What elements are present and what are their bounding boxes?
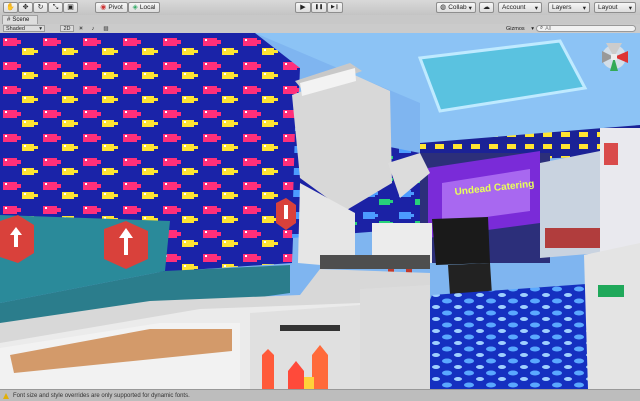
stove-top <box>320 255 430 269</box>
chevron-down-icon: ▾ <box>468 4 472 12</box>
chevron-down-icon: ▾ <box>39 25 42 32</box>
chevron-down-icon: ▾ <box>582 4 586 12</box>
chevron-down-icon: ▾ <box>531 25 534 32</box>
collab-dropdown[interactable]: ◍ Collab ▾ <box>436 2 476 13</box>
cloud-button[interactable]: ☁ <box>479 2 494 13</box>
play-icon: ▶ <box>300 4 306 11</box>
2d-label: 2D <box>63 25 71 32</box>
chevron-down-icon: ▾ <box>534 4 538 12</box>
right-counter-tray <box>598 285 624 297</box>
image-icon: ▨ <box>103 25 109 32</box>
pause-icon: ❚❚ <box>314 4 324 10</box>
layers-label: Layers <box>552 4 572 11</box>
local-toggle-button[interactable]: ◈ Local <box>128 2 160 13</box>
rect-tool-button[interactable]: ▣ <box>63 2 78 13</box>
pivot-toggle-button[interactable]: ◉ Pivot <box>95 2 128 13</box>
audio-toggle-button[interactable]: ♪ <box>88 25 98 32</box>
tab-scene-label: Scene <box>12 17 30 23</box>
pause-button[interactable]: ❚❚ <box>311 2 327 13</box>
scene-viewport[interactable]: Undead Catering <box>0 33 640 389</box>
account-label: Account <box>502 4 526 11</box>
speaker-icon: ♪ <box>91 25 95 32</box>
step-button[interactable]: ▶❙ <box>327 2 343 13</box>
right-wall-sign <box>604 143 618 165</box>
chevron-down-icon: ▾ <box>628 4 632 12</box>
console-status-bar[interactable]: Font size and style overrides are only s… <box>0 389 640 401</box>
arrow-sign-right <box>104 221 148 269</box>
move-tool-icon: ✥ <box>22 4 29 11</box>
rect-tool-icon: ▣ <box>67 4 74 11</box>
gizmos-dropdown[interactable]: Gizmos ▾ <box>506 25 534 32</box>
layers-dropdown[interactable]: Layers ▾ <box>548 2 590 13</box>
scale-tool-button[interactable]: ⤡ <box>48 2 63 13</box>
shading-mode-label: Shaded <box>6 25 25 32</box>
status-message: Font size and style overrides are only s… <box>13 392 190 399</box>
account-dropdown[interactable]: Account ▾ <box>498 2 542 13</box>
collab-label: Collab <box>448 4 467 11</box>
local-label: Local <box>139 4 156 11</box>
rotate-tool-icon: ↻ <box>37 4 44 11</box>
hand-tool-icon: ✋ <box>6 4 15 11</box>
shading-mode-dropdown[interactable]: Shaded ▾ <box>3 25 45 32</box>
gizmos-label: Gizmos <box>506 25 525 32</box>
tab-scene[interactable]: # Scene <box>2 15 39 24</box>
pivot-label: Pivot <box>108 4 123 11</box>
collab-icon: ◍ <box>440 4 447 11</box>
local-icon: ◈ <box>132 4 138 11</box>
layout-label: Layout <box>598 4 618 11</box>
play-button[interactable]: ▶ <box>295 2 311 13</box>
light-icon: ☀ <box>78 25 84 32</box>
back-shelf <box>545 228 605 248</box>
scene-render: Undead Catering <box>0 33 640 389</box>
rotate-tool-button[interactable]: ↻ <box>33 2 48 13</box>
scale-tool-icon: ⤡ <box>52 4 59 11</box>
main-toolbar: ✋ ✥ ↻ ⤡ ▣ ◉ Pivot ◈ Local ▶ ❚❚ ▶❙ ◍ Collab ▾… <box>0 0 640 16</box>
cabinet-handle <box>280 325 340 331</box>
scene-search-input[interactable]: ⌕ All <box>536 25 636 32</box>
pivot-icon: ◉ <box>100 4 107 11</box>
right-counter <box>584 243 640 389</box>
stove-front <box>360 285 430 389</box>
search-icon: ⌕ <box>540 25 544 31</box>
scene-icon: # <box>7 17 11 23</box>
2d-toggle-button[interactable]: 2D <box>60 25 74 32</box>
lighting-toggle-button[interactable]: ☀ <box>76 25 86 32</box>
warning-icon <box>3 392 9 399</box>
cloud-icon: ☁ <box>483 4 490 11</box>
layout-dropdown[interactable]: Layout ▾ <box>594 2 636 13</box>
effects-dropdown[interactable]: ▨ <box>100 25 112 32</box>
search-placeholder: All <box>545 25 552 32</box>
move-tool-button[interactable]: ✥ <box>18 2 33 13</box>
arrow-sign-left <box>0 215 34 263</box>
hand-tool-button[interactable]: ✋ <box>3 2 18 13</box>
step-icon: ▶❙ <box>330 4 340 10</box>
